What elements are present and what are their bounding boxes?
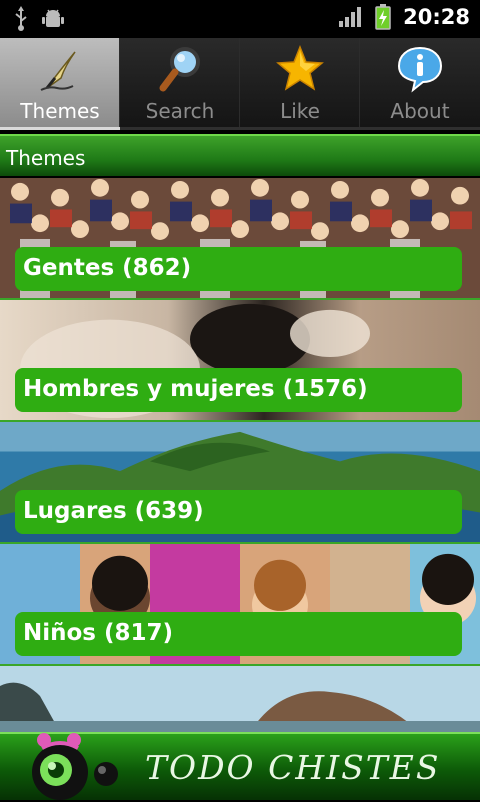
tab-themes[interactable]: Themes bbox=[0, 38, 120, 130]
star-icon bbox=[276, 44, 324, 91]
tab-about[interactable]: About bbox=[360, 38, 480, 130]
usb-icon bbox=[15, 6, 27, 31]
theme-item-lugares[interactable]: Lugares (639) bbox=[0, 422, 480, 544]
signal-icon bbox=[339, 7, 362, 27]
tab-label: Themes bbox=[20, 99, 100, 123]
theme-label-box: Hombres y mujeres (1576) bbox=[15, 368, 462, 412]
theme-item-ninos[interactable]: Niños (817) bbox=[0, 544, 480, 666]
tab-bar: Themes Search Like About bbox=[0, 38, 480, 130]
clock: 20:28 bbox=[403, 5, 470, 29]
theme-label: Lugares (639) bbox=[23, 498, 204, 524]
tab-label: Search bbox=[145, 99, 215, 123]
theme-label-box: Lugares (639) bbox=[15, 490, 462, 534]
tab-search[interactable]: Search bbox=[120, 38, 240, 130]
theme-label: Hombres y mujeres (1576) bbox=[23, 376, 368, 402]
status-icons-right: 20:28 bbox=[339, 4, 470, 30]
battery-charging-icon bbox=[375, 4, 391, 30]
alien-mascot-logo bbox=[32, 733, 118, 800]
theme-label-box: Niños (817) bbox=[15, 612, 462, 656]
info-icon bbox=[397, 46, 443, 93]
status-bar: 20:28 bbox=[0, 0, 480, 38]
status-icons-left bbox=[14, 6, 64, 32]
theme-item-gentes[interactable]: Gentes (862) bbox=[0, 178, 480, 300]
app-banner: TODO CHISTES bbox=[0, 732, 480, 800]
theme-label-box: Gentes (862) bbox=[15, 247, 462, 291]
section-header: Themes bbox=[0, 134, 480, 176]
theme-item-hombres-y-mujeres[interactable]: Hombres y mujeres (1576) bbox=[0, 300, 480, 422]
app-title: TODO CHISTES bbox=[145, 748, 441, 787]
theme-label: Niños (817) bbox=[23, 620, 174, 646]
tab-label: About bbox=[390, 99, 450, 123]
tab-like[interactable]: Like bbox=[240, 38, 360, 130]
android-debug-icon bbox=[42, 9, 64, 27]
landscape-photo bbox=[0, 666, 480, 732]
magnifier-icon bbox=[159, 47, 200, 92]
tab-active-indicator bbox=[0, 127, 120, 130]
theme-item-landscape[interactable] bbox=[0, 666, 480, 732]
tab-label: Like bbox=[280, 99, 320, 123]
section-title: Themes bbox=[6, 146, 86, 170]
theme-label: Gentes (862) bbox=[23, 255, 192, 281]
quill-pen-icon bbox=[40, 51, 76, 91]
